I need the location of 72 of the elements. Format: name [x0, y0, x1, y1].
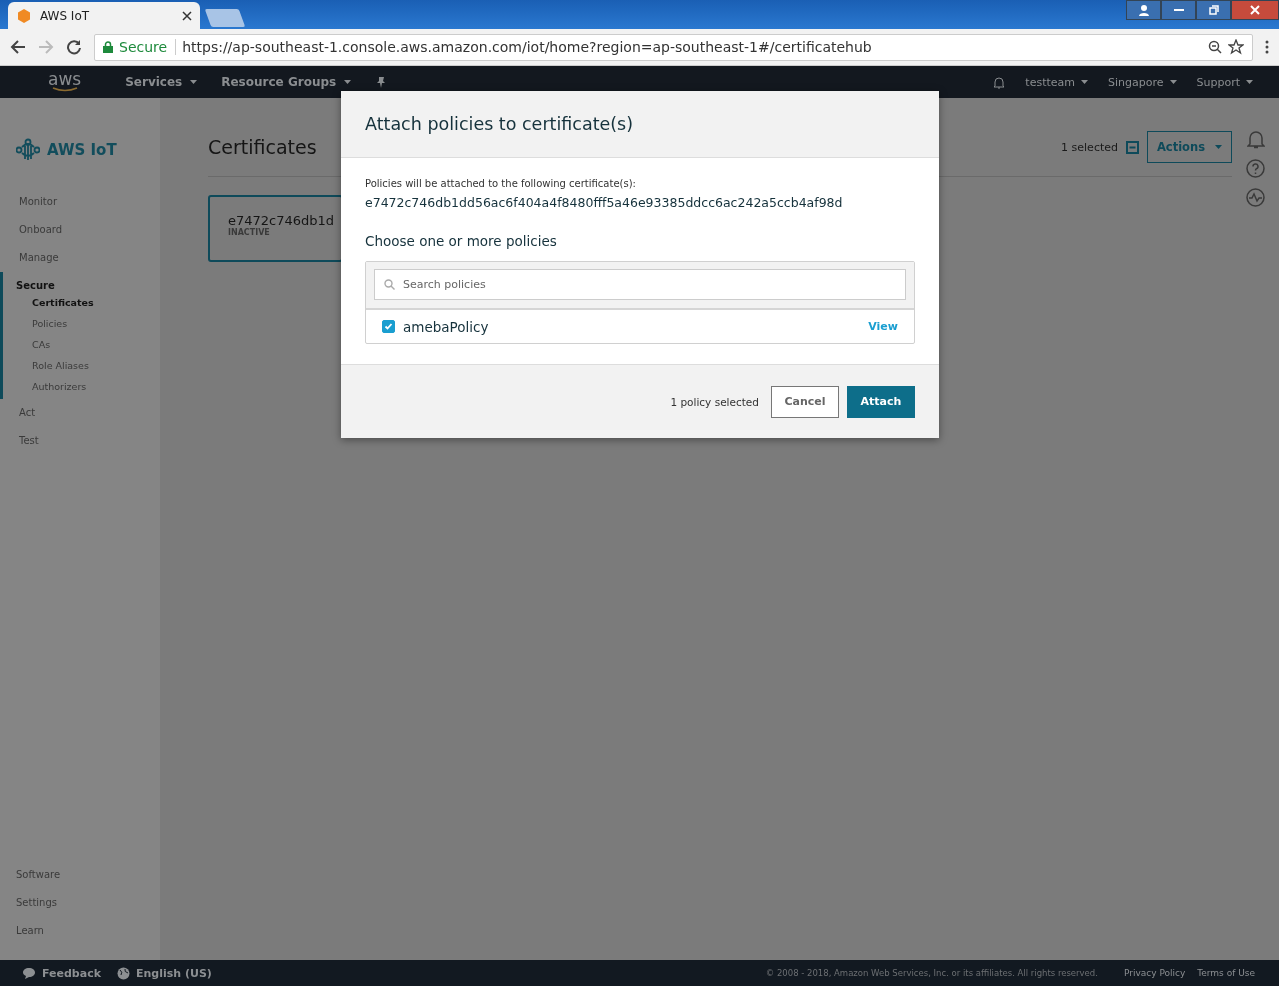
cancel-button[interactable]: Cancel	[771, 385, 839, 418]
nav-menu[interactable]: testteam	[1025, 75, 1088, 89]
caret-icon	[190, 80, 198, 84]
browser-tab[interactable]: AWS IoT	[8, 2, 200, 29]
nav-menu[interactable]: Support	[1196, 75, 1253, 89]
attach-button[interactable]: Attach	[847, 385, 915, 418]
status-label: INACTIVE	[228, 228, 271, 237]
policy-name: amebaPolicy	[403, 318, 490, 335]
selection-count: 1 policy selected	[670, 395, 759, 408]
profile-icon[interactable]	[1126, 0, 1161, 20]
app-title: AWS IoT	[47, 141, 117, 159]
checkbox[interactable]	[382, 320, 395, 333]
sidebar-item[interactable]: Monitor	[19, 188, 160, 216]
circuit-logo-icon	[16, 138, 40, 162]
cube-icon	[16, 7, 32, 24]
sidebar-item[interactable]: Manage	[19, 244, 160, 272]
new-tab-button[interactable]	[204, 9, 246, 27]
caret-icon	[1246, 80, 1253, 84]
nav-menu[interactable]: Resource Groups	[221, 75, 352, 89]
sidebar-item[interactable]: Software	[16, 861, 144, 889]
sidebar-subitem[interactable]: Role Aliases	[16, 355, 160, 376]
certificate-id: e7472c746db1dd56ac6f404a4f8480fff5a46e93385ddcc6ac242a5ccb4af98d	[365, 195, 844, 210]
view-link[interactable]: View	[868, 320, 898, 333]
footer-link[interactable]: Terms of Use	[1197, 968, 1255, 978]
caret-icon	[344, 80, 352, 84]
address-bar[interactable]: Secure https://ap-southeast-1.console.aws.amazon.com/iot/home?region=ap-southeast-1#/certificatehub	[94, 33, 1253, 61]
search-icon	[384, 279, 395, 290]
bell-icon[interactable]	[993, 75, 1006, 89]
sidebar-subitem[interactable]: Authorizers	[16, 376, 160, 397]
modal-title: Attach policies to certificate(s)	[365, 114, 634, 134]
sidebar-item[interactable]: Test	[19, 427, 160, 455]
copyright-text: © 2008 - 2018, Amazon Web Services, Inc. or its affiliates. All rights reserved.	[765, 968, 1098, 978]
aws-logo[interactable]: aws	[48, 72, 82, 92]
caret-icon	[1169, 80, 1177, 84]
feedback-link[interactable]: Feedback	[42, 966, 101, 980]
lock-icon	[103, 41, 113, 53]
close-icon[interactable]	[182, 10, 192, 21]
bell-icon[interactable]	[1246, 130, 1265, 149]
section-label: Choose one or more policies	[365, 233, 558, 249]
sidebar-item[interactable]: Act	[19, 399, 160, 427]
globe-icon	[117, 966, 130, 980]
help-icon[interactable]	[1246, 159, 1265, 178]
activity-icon[interactable]	[1246, 188, 1265, 207]
footer-link[interactable]: Privacy Policy	[1123, 968, 1186, 978]
sidebar-item[interactable]: Learn	[16, 917, 144, 945]
close-icon[interactable]	[1231, 0, 1279, 20]
star-icon[interactable]	[1228, 39, 1244, 55]
certificate-id: e7472c746db1d	[228, 213, 336, 228]
check-icon	[383, 321, 394, 332]
page-title: Certificates	[208, 136, 318, 158]
intro-text: Policies will be attached to the following certificate(s):	[365, 178, 637, 189]
reload-icon[interactable]	[66, 39, 82, 55]
search-field[interactable]: Search policies	[374, 269, 906, 300]
caret-icon	[1081, 80, 1088, 84]
pin-icon[interactable]	[375, 76, 388, 88]
sidebar-item[interactable]: Settings	[16, 889, 144, 917]
sidebar-item[interactable]: Onboard	[19, 216, 160, 244]
menu-icon[interactable]	[1265, 40, 1269, 54]
speech-bubble-icon	[22, 967, 36, 979]
url-text: https://ap-southeast-1.console.aws.amazon.com/iot/home?region=ap-southeast-1#/certificatehub	[182, 39, 873, 55]
language-selector[interactable]: English (US)	[136, 966, 212, 980]
nav-menu[interactable]: Singapore	[1108, 75, 1177, 89]
sidebar-subitem[interactable]: CAs	[16, 334, 160, 355]
restore-icon[interactable]	[1196, 0, 1231, 20]
sidebar-subitem[interactable]: Policies	[16, 313, 160, 334]
secure-label: Secure	[119, 39, 177, 55]
nav-menu[interactable]: Services	[125, 75, 198, 89]
back-arrow-icon[interactable]	[10, 39, 26, 55]
selected-count: 1 selected	[1061, 140, 1118, 154]
zoom-icon[interactable]	[1208, 40, 1222, 54]
caret-icon	[1215, 145, 1223, 149]
minimize-icon[interactable]	[1161, 0, 1196, 20]
